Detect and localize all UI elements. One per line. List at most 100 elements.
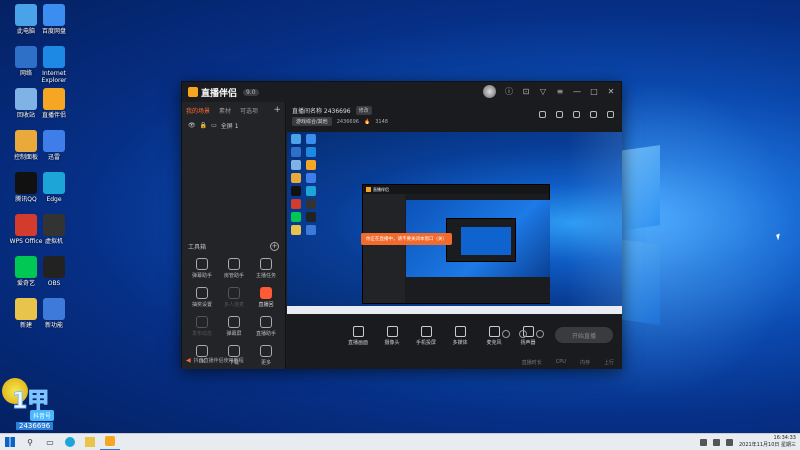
volume-icon[interactable] xyxy=(712,438,720,446)
room-info: 直播间名称 2436696 修改 xyxy=(292,106,372,115)
preview-icon xyxy=(306,134,316,144)
eye-icon[interactable]: 👁 xyxy=(188,122,196,129)
tab-scenes[interactable]: 我的场景 xyxy=(186,106,210,115)
camera-toggle-icon[interactable] xyxy=(502,330,510,338)
source-control-label: 扬声器 xyxy=(520,340,536,346)
avatar[interactable] xyxy=(483,85,496,98)
source-control-label: 麦克风 xyxy=(486,340,502,346)
speaker-icon: ◀ xyxy=(186,357,191,364)
preview-icon xyxy=(306,199,316,209)
start-live-button[interactable]: 开始直播 xyxy=(555,327,613,343)
monitor-icon: ▭ xyxy=(211,122,217,129)
menu-icon[interactable]: ≡ xyxy=(556,87,564,96)
folder-icon[interactable] xyxy=(80,434,100,450)
tool-item[interactable]: 房管助手 xyxy=(218,258,250,279)
preview-icon xyxy=(306,173,316,183)
desktop-icon-label: 直播伴侣 xyxy=(41,112,66,119)
record-icon[interactable] xyxy=(556,111,563,118)
desktop-icon[interactable]: 迅雷 xyxy=(34,130,74,161)
tool-item[interactable]: 直播回 xyxy=(250,287,282,308)
tool-item[interactable]: 主播任务 xyxy=(250,258,282,279)
nested-title-bar: 直播伴侣 xyxy=(363,185,549,194)
source-control[interactable]: 摄像头 xyxy=(381,326,403,346)
live-toast: 你正在直播中，请不要关闭本窗口（关） xyxy=(361,233,452,245)
share-icon[interactable] xyxy=(607,111,614,118)
live-preview[interactable]: 直播伴侣 你正在直播中，请不要关闭本窗口（关） xyxy=(287,132,622,314)
preview-icon xyxy=(291,199,301,209)
minimize-icon[interactable]: — xyxy=(573,87,581,96)
tool-label: 更多 xyxy=(260,360,271,366)
settings-icon[interactable] xyxy=(573,111,580,118)
ime-icon[interactable] xyxy=(725,438,733,446)
room-title: 直播间名称 2436696 xyxy=(292,108,351,115)
desktop-icon[interactable]: 新功能 xyxy=(34,298,74,329)
source-control-icon xyxy=(488,326,500,337)
tab-materials[interactable]: 素材 xyxy=(219,106,231,115)
tool-item[interactable]: 抽奖设置 xyxy=(186,287,218,308)
tool-item[interactable]: 直播助手 xyxy=(250,316,282,337)
close-icon[interactable]: ✕ xyxy=(607,87,615,96)
tool-label: 发布动态 xyxy=(191,331,212,337)
tool-item[interactable]: 发布动态 xyxy=(186,316,218,337)
scene-item[interactable]: 👁 🔒 ▭ 全屏 1 xyxy=(182,118,285,133)
desktop-icon-label: 新功能 xyxy=(44,322,63,329)
lock-icon[interactable]: 🔒 xyxy=(200,122,207,129)
tool-item[interactable]: 更多 xyxy=(250,345,282,366)
preview-icon xyxy=(291,160,301,170)
app-logo-icon xyxy=(188,87,198,97)
task-view-icon[interactable]: ▭ xyxy=(40,434,60,450)
desktop-icon[interactable]: 直播伴侣 xyxy=(34,88,74,119)
tool-item[interactable]: 弹幕助手 xyxy=(186,258,218,279)
tool-icon xyxy=(196,258,208,270)
live-companion-taskbar-icon[interactable] xyxy=(100,434,120,450)
title-bar[interactable]: 直播伴侣 9.0 ⓘ ⊡ ▽ ≡ — □ ✕ xyxy=(182,82,621,102)
scene-label: 全屏 1 xyxy=(220,123,239,130)
search-icon[interactable]: ⚲ xyxy=(20,434,40,450)
desktop-icon[interactable]: Edge xyxy=(34,172,74,203)
toolbox-add-icon[interactable]: + xyxy=(270,242,279,251)
category-selector[interactable]: 游戏综合/其他 xyxy=(292,117,332,126)
add-scene-icon[interactable]: + xyxy=(273,105,281,115)
notice-bar[interactable]: ◀ 抖音直播伴侣使用教程 xyxy=(186,357,244,364)
edge-icon[interactable] xyxy=(60,434,80,450)
nested-mini-window xyxy=(446,218,516,262)
status-item: 内存 xyxy=(579,359,590,366)
fans-count: 3148 xyxy=(375,118,388,125)
beauty-icon[interactable] xyxy=(519,330,527,338)
preview-icon xyxy=(291,225,301,235)
title-bar-controls: ⓘ ⊡ ▽ ≡ — □ ✕ xyxy=(483,85,615,98)
status-item: CPU xyxy=(555,359,566,365)
start-button[interactable] xyxy=(0,434,20,450)
source-control[interactable]: 多媒体 xyxy=(449,326,471,346)
clock[interactable]: 16:34:33 2021年11月10日 星期三 xyxy=(739,435,796,449)
desktop-icon[interactable]: 虚拟机 xyxy=(34,214,74,245)
source-control[interactable]: 手机投屏 xyxy=(415,326,437,346)
tool-label: 多人连麦 xyxy=(223,302,244,308)
tab-options[interactable]: 可选项 xyxy=(240,106,258,115)
source-control[interactable]: 直播画面 xyxy=(347,326,369,346)
network-icon[interactable] xyxy=(699,438,707,446)
tool-icon xyxy=(260,316,272,328)
vip-icon[interactable]: ▽ xyxy=(539,87,547,96)
tool-label: 主播任务 xyxy=(255,273,276,279)
app-name: 直播伴侣 xyxy=(201,88,238,99)
desktop-icon[interactable]: OBS xyxy=(34,256,74,287)
tool-item[interactable]: 多人连麦 xyxy=(218,287,250,308)
desktop-icon[interactable]: 百度网盘 xyxy=(34,4,74,35)
right-controls xyxy=(502,330,544,338)
tool-icon xyxy=(260,345,272,357)
tool-icon xyxy=(228,287,240,299)
preview-icon xyxy=(306,186,316,196)
shop-icon[interactable]: ⊡ xyxy=(522,87,530,96)
info-icon[interactable]: ⓘ xyxy=(505,86,513,97)
desktop-app-icon xyxy=(43,46,65,68)
tool-label: 直播助手 xyxy=(255,331,276,337)
gift-icon[interactable] xyxy=(539,111,546,118)
tool-item[interactable]: 弹幕屏 xyxy=(218,316,250,337)
edit-button[interactable]: 修改 xyxy=(355,106,372,115)
desktop-icon[interactable]: Internet Explorer xyxy=(34,46,74,84)
bell-icon[interactable] xyxy=(590,111,597,118)
maximize-icon[interactable]: □ xyxy=(590,87,598,96)
gear-icon[interactable] xyxy=(536,330,544,338)
desktop-app-icon xyxy=(43,88,65,110)
